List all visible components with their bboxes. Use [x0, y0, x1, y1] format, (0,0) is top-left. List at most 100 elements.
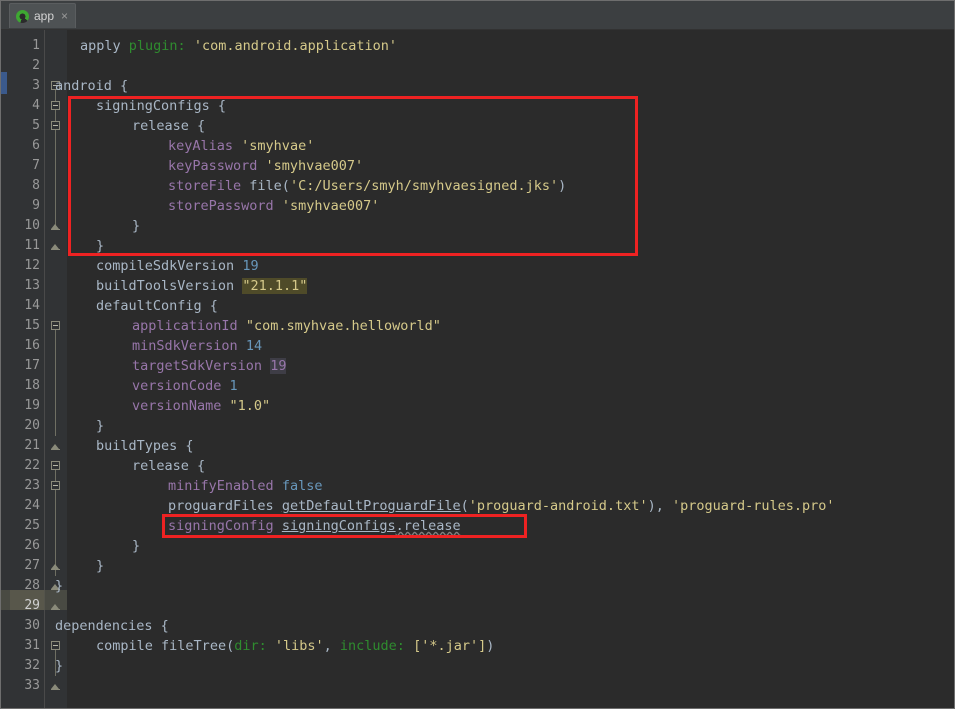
token-android: android {: [55, 78, 129, 94]
line-number: 8: [32, 178, 40, 193]
line-number: 31: [24, 638, 40, 653]
code-line-16: minSdkVersion 14: [132, 336, 262, 356]
token-versioncode-value: 1: [229, 378, 238, 394]
code-line-3: android {: [55, 76, 128, 96]
editor-change-marker: [1, 72, 7, 94]
token-brace-close: }: [55, 578, 64, 594]
token-compile: compile: [96, 638, 153, 654]
code-line-17: targetSdkVersion 19: [132, 356, 287, 376]
token-release-open: release {: [132, 458, 206, 474]
line-number: 10: [24, 218, 40, 233]
fold-toggle-icon[interactable]: [51, 481, 60, 490]
line-number: 15: [24, 318, 40, 333]
line-number: 12: [24, 258, 40, 273]
line-number: 13: [24, 278, 40, 293]
fold-end-icon[interactable]: [51, 242, 60, 251]
code-line-23: minifyEnabled false: [168, 476, 322, 496]
code-line-21: buildTypes {: [96, 436, 194, 456]
token-paren-comma: ),: [647, 498, 672, 514]
token-applicationid: applicationId: [132, 318, 238, 334]
fold-end-icon[interactable]: [51, 562, 60, 571]
token-paren-close: ): [486, 638, 495, 654]
line-number: 9: [32, 198, 40, 213]
code-line-31: compile fileTree(dir: 'libs', include: […: [96, 636, 494, 656]
token-versioncode: versionCode: [132, 378, 222, 394]
line-number: 3: [32, 78, 40, 93]
line-number: 19: [24, 398, 40, 413]
fold-toggle-icon[interactable]: [51, 461, 60, 470]
token-buildtypes: buildTypes {: [96, 438, 194, 454]
line-number: 27: [24, 558, 40, 573]
code-line-1: apply plugin: 'com.android.application': [80, 36, 397, 56]
token-targetsdkversion: targetSdkVersion: [132, 358, 263, 374]
line-number: 6: [32, 138, 40, 153]
line-number: 17: [24, 358, 40, 373]
token-comma: ,: [323, 638, 340, 654]
token-getdefaultproguardfile[interactable]: getDefaultProguardFile: [282, 498, 461, 514]
line-number: 11: [24, 238, 40, 253]
code-line-26: }: [132, 536, 140, 556]
fold-end-icon[interactable]: [51, 442, 60, 451]
tab-app[interactable]: app ×: [9, 3, 77, 28]
token-apply: apply: [80, 38, 121, 54]
token-brace-close: }: [96, 418, 105, 434]
token-compilesdkversion: compileSdkVersion: [96, 258, 235, 274]
line-number: 5: [32, 118, 40, 133]
line-number: 24: [24, 498, 40, 513]
fold-toggle-icon[interactable]: [51, 641, 60, 650]
code-line-27: }: [96, 556, 104, 576]
token-proguardfiles: proguardFiles: [168, 498, 274, 514]
token-plugin: plugin:: [128, 38, 186, 54]
fold-region-line: [55, 327, 56, 436]
token-minsdkversion-value: 14: [245, 338, 263, 354]
token-paren-open: (: [460, 498, 469, 514]
fold-end-icon[interactable]: [51, 682, 60, 691]
token-brace-close: }: [132, 538, 141, 554]
token-proguard-rules-pro: 'proguard-rules.pro': [671, 498, 835, 514]
token-minsdkversion: minSdkVersion: [132, 338, 238, 354]
line-number: 1: [32, 38, 40, 53]
code-line-18: versionCode 1: [132, 376, 238, 396]
code-editor[interactable]: 1 2 3 4 5 6 7 8 9 10 11 12 13 14 15 16 1…: [1, 30, 954, 708]
line-number: 18: [24, 378, 40, 393]
gradle-file-icon: [16, 9, 29, 23]
token-jar-value: ['*.jar']: [413, 638, 487, 654]
token-minifyenabled: minifyEnabled: [168, 478, 274, 494]
line-number: 32: [24, 658, 40, 673]
line-number: 4: [32, 98, 40, 113]
token-defaultconfig: defaultConfig {: [96, 298, 218, 314]
token-minifyenabled-value: false: [281, 478, 323, 494]
close-icon[interactable]: ×: [61, 10, 68, 22]
code-line-22: release {: [132, 456, 205, 476]
line-number: 22: [24, 458, 40, 473]
line-number: 2: [32, 58, 40, 73]
fold-toggle-icon[interactable]: [51, 101, 60, 110]
token-dir-param: dir:: [234, 638, 267, 654]
token-versionname: versionName: [132, 398, 222, 414]
line-number-current: 29: [24, 598, 40, 613]
line-number: 21: [24, 438, 40, 453]
code-line-13: buildToolsVersion "21.1.1": [96, 276, 308, 296]
token-brace-close: }: [96, 558, 105, 574]
code-line-12: compileSdkVersion 19: [96, 256, 259, 276]
line-number: 30: [24, 618, 40, 633]
code-line-15: applicationId "com.smyhvae.helloworld": [132, 316, 441, 336]
token-plugin-value: 'com.android.application': [193, 38, 398, 54]
line-number: 16: [24, 338, 40, 353]
fold-toggle-icon[interactable]: [51, 321, 60, 330]
fold-toggle-icon[interactable]: [51, 121, 60, 130]
fold-end-icon[interactable]: [51, 602, 60, 611]
token-filetree: fileTree(: [161, 638, 235, 654]
line-number: 23: [24, 478, 40, 493]
line-number: 25: [24, 518, 40, 533]
android-studio-editor-window: app × 1 2 3 4 5 6 7 8 9 10 11 12 13 14 1…: [0, 0, 955, 709]
fold-end-icon[interactable]: [51, 222, 60, 231]
